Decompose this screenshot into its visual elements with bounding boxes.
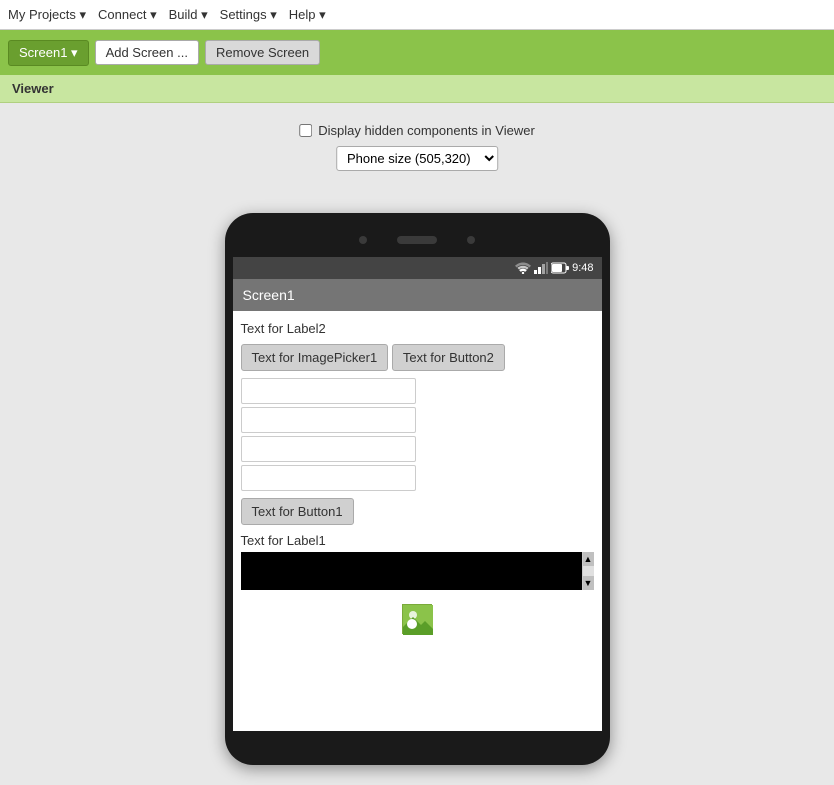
phone-size-select[interactable]: Phone size (505,320) Phone size (640,480… xyxy=(336,146,498,171)
viewer-header: Viewer xyxy=(0,75,834,103)
scroll-container: ▲ ▼ xyxy=(241,552,594,590)
signal-icon xyxy=(534,262,548,274)
textbox2[interactable] xyxy=(241,407,416,433)
app-title-bar: Screen1 xyxy=(233,279,602,311)
label1: Text for Label1 xyxy=(241,533,594,548)
hidden-components-row: Display hidden components in Viewer xyxy=(299,123,535,138)
screen1-tab[interactable]: Screen1 ▾ xyxy=(8,40,89,66)
main-content: Display hidden components in Viewer Phon… xyxy=(0,103,834,785)
button1[interactable]: Text for Button1 xyxy=(241,498,354,525)
menu-build[interactable]: Build ▾ xyxy=(169,7,208,23)
menu-help[interactable]: Help ▾ xyxy=(289,7,326,23)
scroll-bar[interactable]: ▲ ▼ xyxy=(582,552,594,590)
status-time: 9:48 xyxy=(572,262,593,274)
add-screen-button[interactable]: Add Screen ... xyxy=(95,40,199,65)
phone-speaker-icon xyxy=(397,236,437,244)
screen-bar: Screen1 ▾ Add Screen ... Remove Screen xyxy=(0,30,834,75)
textbox3[interactable] xyxy=(241,436,416,462)
remove-screen-button[interactable]: Remove Screen xyxy=(205,40,320,65)
phone-sensor-icon xyxy=(467,236,475,244)
screen1-tab-label: Screen1 ▾ xyxy=(19,45,78,61)
image-icon xyxy=(402,604,432,634)
status-icons: 9:48 xyxy=(515,262,593,274)
phone-bottom-bar xyxy=(233,731,602,747)
app-content: Text for Label2 Text for ImagePicker1 Te… xyxy=(233,311,602,731)
image-picker-button[interactable]: Text for ImagePicker1 xyxy=(241,344,389,371)
phone-container: 9:48 Screen1 Text for Label2 Text for Im… xyxy=(225,213,610,765)
textbox4[interactable] xyxy=(241,465,416,491)
phone-screen: 9:48 Screen1 Text for Label2 Text for Im… xyxy=(233,257,602,731)
wifi-icon xyxy=(515,262,531,274)
scroll-down-arrow[interactable]: ▼ xyxy=(583,576,594,590)
status-bar: 9:48 xyxy=(233,257,602,279)
hidden-components-checkbox[interactable] xyxy=(299,124,312,137)
viewer-title: Viewer xyxy=(12,81,54,96)
hidden-components-label: Display hidden components in Viewer xyxy=(318,123,535,138)
button2[interactable]: Text for Button2 xyxy=(392,344,505,371)
phone-top-bar xyxy=(233,231,602,249)
app-title-text: Screen1 xyxy=(243,287,295,303)
menu-settings[interactable]: Settings ▾ xyxy=(220,7,277,23)
phone-outer: 9:48 Screen1 Text for Label2 Text for Im… xyxy=(225,213,610,765)
textbox1[interactable] xyxy=(241,378,416,404)
menu-connect[interactable]: Connect ▾ xyxy=(98,7,157,23)
scroll-area xyxy=(241,552,594,590)
menu-bar: My Projects ▾ Connect ▾ Build ▾ Settings… xyxy=(0,0,834,30)
scroll-up-arrow[interactable]: ▲ xyxy=(583,552,594,566)
menu-my-projects[interactable]: My Projects ▾ xyxy=(8,7,86,23)
phone-camera-icon xyxy=(359,236,367,244)
battery-icon xyxy=(551,262,569,274)
viewer-controls: Display hidden components in Viewer Phon… xyxy=(299,123,535,171)
image-area xyxy=(241,594,594,644)
label2: Text for Label2 xyxy=(241,321,594,336)
